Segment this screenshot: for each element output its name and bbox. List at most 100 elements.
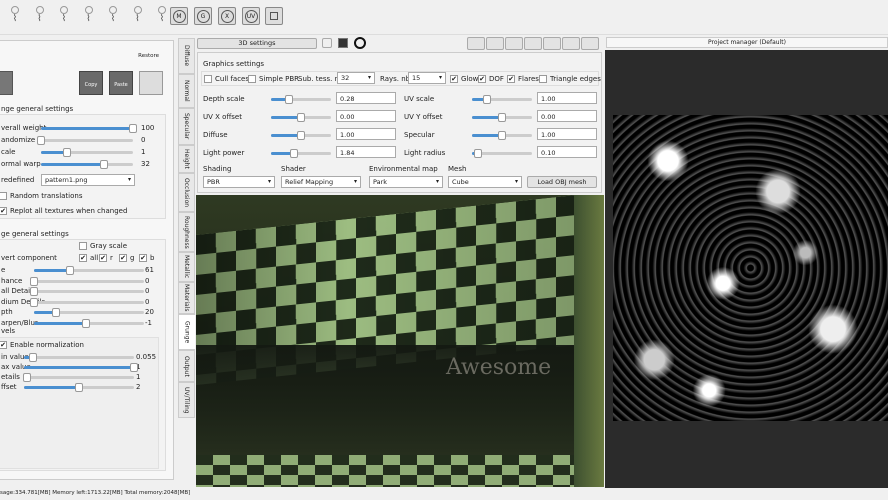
param-slider[interactable]	[271, 131, 331, 140]
grunge-button[interactable]: G	[194, 7, 212, 25]
param-field[interactable]: 0.00	[336, 110, 396, 122]
slider[interactable]	[34, 266, 144, 275]
tab-metallic[interactable]: Metallic	[178, 252, 195, 282]
shading-combo[interactable]: PBR	[203, 176, 275, 188]
param-slider[interactable]	[271, 149, 331, 158]
env-map-combo[interactable]: Park	[369, 176, 443, 188]
replot-checkbox[interactable]: ✔ Replot all textures when changed	[0, 206, 127, 216]
slider[interactable]	[24, 353, 134, 362]
slider[interactable]	[30, 297, 144, 307]
normal-icon[interactable]: ⌇	[4, 6, 26, 28]
duplicate-icon[interactable]	[139, 71, 163, 95]
metallic-icon[interactable]: ⌇	[127, 6, 149, 28]
slider[interactable]	[37, 136, 133, 145]
tab-normal[interactable]: Normal	[178, 74, 195, 108]
slider-value: 0	[145, 276, 150, 285]
3d-viewport[interactable]: Awesome	[196, 195, 604, 487]
slider[interactable]	[24, 383, 134, 392]
param-field[interactable]: 1.00	[537, 128, 597, 140]
slider[interactable]	[34, 308, 144, 317]
roughness-icon[interactable]: ⌇	[102, 6, 124, 28]
param-slider[interactable]	[472, 113, 532, 122]
gray-scale-checkbox[interactable]: Gray scale	[79, 241, 127, 251]
slider[interactable]	[30, 276, 144, 286]
slider[interactable]	[23, 373, 134, 382]
slider[interactable]	[30, 287, 144, 296]
slider-value: 100	[141, 124, 155, 132]
tab-specular[interactable]: Specular	[178, 108, 195, 145]
param-field[interactable]: 0.28	[336, 92, 396, 104]
tab-height[interactable]: Height	[178, 145, 195, 173]
specular-icon[interactable]: ⌇	[53, 6, 75, 28]
copy-button[interactable]: Copy	[79, 71, 103, 95]
view-mode-1-icon[interactable]	[467, 37, 485, 50]
load-obj-button[interactable]: Load OBJ mesh	[527, 176, 597, 188]
invert-g-checkbox[interactable]: ✔ g	[119, 253, 134, 263]
param-slider[interactable]	[271, 95, 331, 104]
occlusion-icon[interactable]: ⌇	[78, 6, 100, 28]
graphics-settings-label: Graphics settings	[203, 60, 265, 68]
tab-grunge[interactable]: Grunge	[178, 314, 195, 350]
graphics-settings-panel: Graphics settings Cull faces Simple PBR …	[197, 52, 602, 193]
slider[interactable]	[41, 160, 133, 169]
invert-b-checkbox[interactable]: ✔ b	[139, 253, 154, 263]
param-slider[interactable]	[271, 113, 331, 122]
param-field[interactable]: 1.00	[537, 92, 597, 104]
uv-button[interactable]: UV	[242, 7, 260, 25]
view-mode-4-icon[interactable]	[524, 37, 542, 50]
tab-output[interactable]: Output	[178, 350, 195, 382]
height-icon[interactable]: ⌇	[29, 6, 51, 28]
view-mode-3-icon[interactable]	[505, 37, 523, 50]
triangle-edges-checkbox[interactable]: Triangle edges	[539, 74, 601, 84]
param-field[interactable]: 1.84	[336, 146, 396, 158]
light-icon[interactable]	[354, 37, 366, 49]
slider-value: 1	[141, 148, 146, 156]
3d-settings-button[interactable]: 3D settings	[197, 38, 317, 49]
restore-button[interactable]: Restore	[138, 53, 159, 59]
view-mode-6-icon[interactable]	[562, 37, 580, 50]
tab-diffuse[interactable]: Diffuse	[178, 38, 195, 74]
sub-tess-combo[interactable]: 32	[337, 72, 375, 84]
param-field[interactable]: 1.00	[336, 128, 396, 140]
slider[interactable]	[24, 363, 138, 372]
dof-checkbox[interactable]: ✔ DOF	[478, 74, 504, 84]
param-field[interactable]: 0.10	[537, 146, 597, 158]
view-mode-2-icon[interactable]	[486, 37, 504, 50]
invert-r-checkbox[interactable]: ✔ r	[99, 253, 113, 263]
paste-button[interactable]: Paste	[109, 71, 133, 95]
param-slider[interactable]	[472, 95, 532, 104]
slider[interactable]	[41, 124, 137, 133]
param-label: UV scale	[404, 95, 435, 103]
view-mode-7-icon[interactable]	[581, 37, 599, 50]
flares-checkbox[interactable]: ✔ Flares	[507, 74, 539, 84]
invert-all-checkbox[interactable]: ✔ all	[79, 253, 98, 263]
tab-roughness[interactable]: Roughness	[178, 212, 195, 252]
random-translations-checkbox[interactable]: Random translations	[0, 191, 83, 201]
mix-button[interactable]: X	[218, 7, 236, 25]
enable-normalization-checkbox[interactable]: ✔ Enable normalization	[0, 340, 84, 350]
save-icon[interactable]	[0, 71, 13, 95]
export-button[interactable]	[265, 7, 283, 25]
predefined-combo[interactable]: pattern1.png	[41, 174, 135, 186]
slider[interactable]	[34, 318, 144, 328]
tab-occlusion[interactable]: Occlusion	[178, 173, 195, 212]
cube-icon[interactable]	[322, 38, 332, 48]
tab-uv-tiling[interactable]: UV/Tiling	[178, 382, 195, 418]
param-slider[interactable]	[472, 131, 532, 140]
mesh-combo[interactable]: Cube	[448, 176, 522, 188]
camera-icon[interactable]	[338, 38, 348, 48]
material-button[interactable]: M	[170, 7, 188, 25]
slider-label: pth	[1, 308, 13, 316]
glow-checkbox[interactable]: ✔ Glow	[450, 74, 478, 84]
shader-label: Shader	[281, 165, 306, 173]
shader-combo[interactable]: Relief Mapping	[281, 176, 361, 188]
view-mode-5-icon[interactable]	[543, 37, 561, 50]
simple-pbr-checkbox[interactable]: Simple PBR	[248, 74, 299, 84]
tab-materials[interactable]: Materials	[178, 282, 195, 314]
param-field[interactable]: 0.00	[537, 110, 597, 122]
texture-preview[interactable]	[605, 50, 888, 488]
slider[interactable]	[41, 148, 133, 157]
param-slider[interactable]	[472, 149, 532, 158]
cull-faces-checkbox[interactable]: Cull faces	[204, 74, 249, 84]
rays-combo[interactable]: 15	[408, 72, 446, 84]
